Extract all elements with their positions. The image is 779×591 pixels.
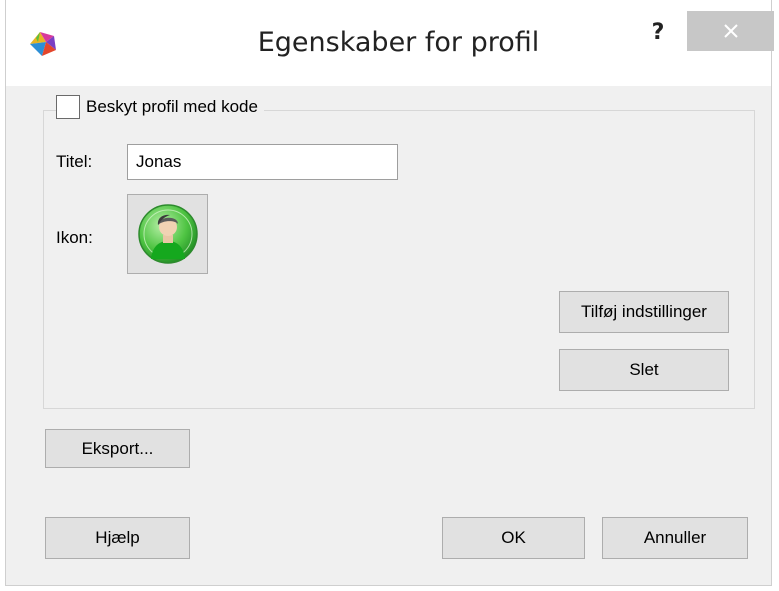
export-button[interactable]: Eksport... (45, 429, 190, 468)
delete-button[interactable]: Slet (559, 349, 729, 391)
help-title-button[interactable]: ? (638, 18, 678, 58)
add-settings-button[interactable]: Tilføj indstillinger (559, 291, 729, 333)
titel-label: Titel: (56, 152, 93, 171)
user-avatar-icon (138, 204, 198, 264)
title-bar: Egenskaber for profil ? (6, 0, 774, 86)
cancel-button[interactable]: Annuller (602, 517, 748, 559)
profile-properties-dialog: Egenskaber for profil ? Beskyt profil me… (5, 0, 774, 586)
protect-profile-checkbox[interactable] (56, 95, 80, 119)
protect-profile-label: Beskyt profil med kode (86, 97, 258, 116)
help-button[interactable]: Hjælp (45, 517, 190, 559)
titel-input[interactable]: Jonas (127, 144, 398, 180)
ikon-label: Ikon: (56, 228, 93, 247)
close-button[interactable] (687, 11, 774, 51)
protect-profile-option[interactable]: Beskyt profil med kode (56, 92, 264, 122)
close-icon (724, 24, 738, 38)
ok-button[interactable]: OK (442, 517, 585, 559)
profile-icon-button[interactable] (127, 194, 208, 274)
